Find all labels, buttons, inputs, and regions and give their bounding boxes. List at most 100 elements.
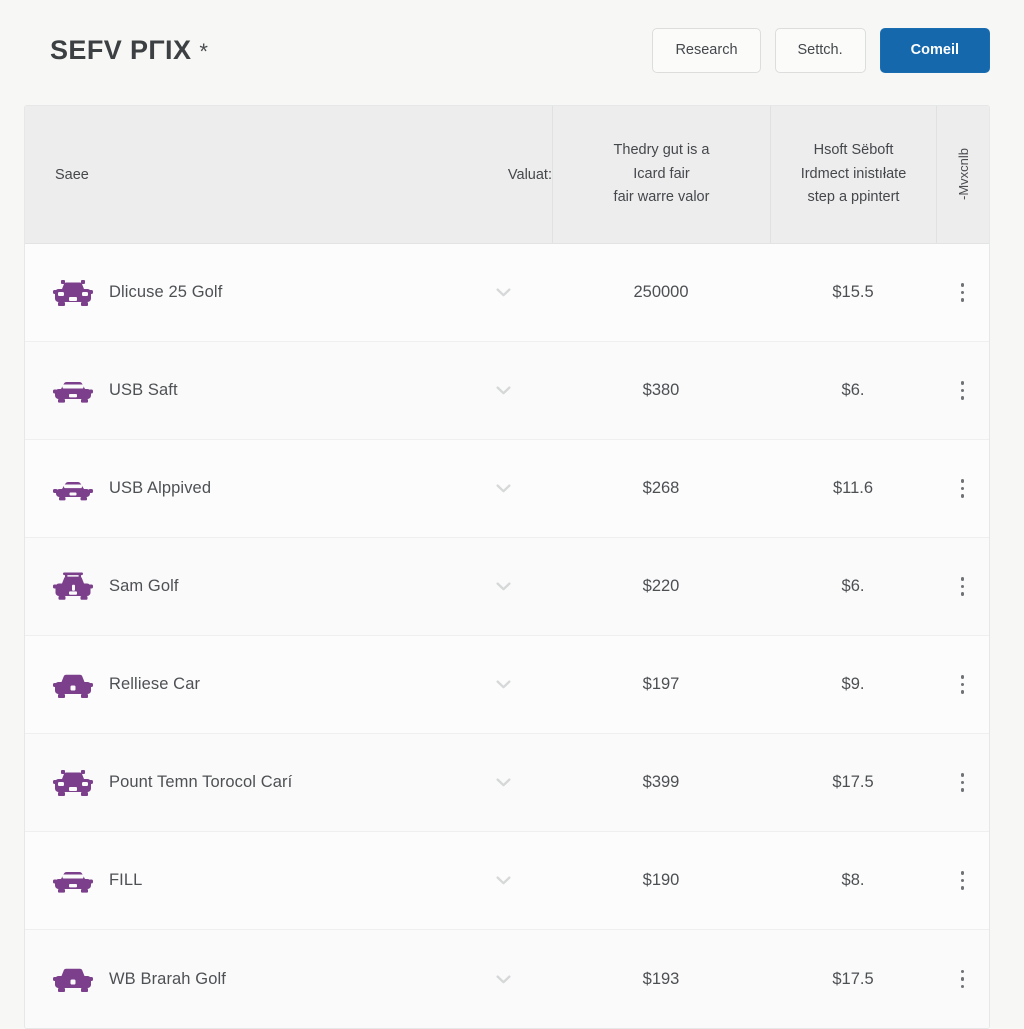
more-options-icon[interactable]	[957, 867, 969, 894]
vehicle-name-label: USB Alppived	[109, 479, 212, 497]
soft-value-text: $8.	[841, 871, 865, 889]
chevron-down-icon[interactable]	[496, 778, 511, 787]
cell-soft-value: $8.	[770, 871, 936, 890]
vehicle-name-label: Dlicuse 25 Golf	[109, 283, 223, 301]
cell-soft-value: $6.	[770, 577, 936, 596]
table-row[interactable]: Relliese Car $197 $9.	[25, 636, 989, 734]
row-expand-toggle[interactable]	[455, 582, 552, 591]
fair-header-line-2: Icard fair	[633, 165, 690, 182]
chevron-down-icon[interactable]	[496, 974, 511, 984]
settings-button[interactable]: Settch.	[774, 27, 866, 73]
soft-value-text: $17.5	[832, 773, 874, 791]
fair-value-text: $399	[642, 773, 680, 791]
more-options-icon[interactable]	[957, 966, 969, 993]
page-title-asterisk: *	[199, 38, 209, 64]
soft-header-line-1: Hsoft Sëboft	[813, 142, 894, 159]
table-row[interactable]: USB Saft $380 $6.	[25, 342, 989, 440]
car-wagon-icon	[53, 571, 93, 603]
column-header-vertical[interactable]: -Mvxcnlb	[936, 106, 989, 243]
fair-value-text: $268	[642, 479, 680, 497]
soft-value-text: $17.5	[832, 969, 874, 988]
chevron-down-icon[interactable]	[496, 876, 511, 885]
table-row[interactable]: Sam Golf $220 $6.	[25, 538, 989, 636]
vehicle-name-label: WB Brarah Golf	[109, 969, 226, 988]
cell-fair-value: $193	[552, 970, 770, 989]
chevron-down-icon[interactable]	[496, 288, 511, 297]
cell-row-menu[interactable]	[936, 573, 989, 600]
cell-fair-value: $190	[552, 871, 770, 890]
cell-fair-value: $380	[552, 381, 770, 400]
row-expand-toggle[interactable]	[455, 876, 552, 885]
more-options-icon[interactable]	[957, 475, 969, 502]
column-header-soft-value[interactable]: Hsoft Sëboft Irdmect inistıłate step a p…	[770, 106, 936, 243]
table-row[interactable]: WB Brarah Golf $193 $17.5	[25, 930, 989, 1028]
cell-vehicle-name: WB Brarah Golf	[25, 963, 455, 995]
car-suv-icon	[53, 767, 93, 799]
cell-soft-value: $15.5	[770, 283, 936, 302]
research-button[interactable]: Research	[652, 27, 761, 73]
car-sedan-icon	[53, 865, 93, 897]
more-options-icon[interactable]	[957, 671, 969, 698]
table-row[interactable]: Dlicuse 25 Golf 250000 $15.5	[25, 244, 989, 342]
row-expand-toggle[interactable]	[455, 778, 552, 787]
row-expand-toggle[interactable]	[455, 484, 552, 493]
row-expand-toggle[interactable]	[455, 288, 552, 297]
chevron-down-icon[interactable]	[496, 582, 511, 591]
chevron-down-icon[interactable]	[496, 484, 511, 493]
soft-value-text: $6.	[841, 381, 865, 399]
cell-fair-value: $220	[552, 577, 770, 596]
fair-value-text: $190	[642, 871, 680, 889]
cell-soft-value: $11.6	[770, 479, 936, 498]
fair-value-text: 250000	[633, 283, 689, 301]
cell-vehicle-name: Relliese Car	[25, 669, 455, 701]
fair-value-text: $197	[642, 675, 680, 693]
column-header-name[interactable]: Saee	[25, 106, 455, 243]
vehicle-name-label: USB Saft	[109, 381, 178, 399]
fair-header-line-1: Thedry gut is a	[613, 142, 710, 159]
fair-value-text: $193	[642, 969, 680, 988]
cell-vehicle-name: USB Saft	[25, 375, 455, 407]
more-options-icon[interactable]	[957, 377, 969, 404]
chevron-down-icon[interactable]	[496, 680, 511, 689]
soft-value-text: $9.	[841, 675, 865, 693]
table-row[interactable]: Pount Temn Torocol Carí $399 $17.5	[25, 734, 989, 832]
column-header-value[interactable]: Valuat:	[455, 106, 552, 243]
vertical-column-label: -Mvxcnlb	[955, 148, 971, 201]
cell-row-menu[interactable]	[936, 377, 989, 404]
cell-row-menu[interactable]	[936, 867, 989, 894]
cell-fair-value: $399	[552, 773, 770, 792]
page-title: SEFV PΓIX *	[50, 35, 208, 66]
table-row[interactable]: FILL $190 $8.	[25, 832, 989, 930]
row-expand-toggle[interactable]	[455, 974, 552, 984]
soft-header-line-3: step a ppintert	[807, 189, 900, 206]
row-expand-toggle[interactable]	[455, 680, 552, 689]
cell-row-menu[interactable]	[936, 769, 989, 796]
column-header-fair-value[interactable]: Thedry gut is a Icard fair fair warre va…	[552, 106, 770, 243]
cell-vehicle-name: Dlicuse 25 Golf	[25, 277, 455, 309]
cell-fair-value: 250000	[552, 283, 770, 302]
cell-row-menu[interactable]	[936, 671, 989, 698]
page-title-text: SEFV PΓIX	[50, 34, 192, 65]
soft-value-text: $6.	[841, 577, 865, 595]
header-actions: Research Settch. Comeil	[652, 27, 990, 73]
cell-vehicle-name: Sam Golf	[25, 571, 455, 603]
car-coupe-icon	[53, 473, 93, 505]
commit-button[interactable]: Comeil	[879, 27, 990, 73]
table-row[interactable]: USB Alppived $268 $11.6	[25, 440, 989, 538]
cell-soft-value: $9.	[770, 675, 936, 694]
more-options-icon[interactable]	[957, 573, 969, 600]
car-van-icon	[53, 669, 93, 701]
chevron-down-icon[interactable]	[496, 386, 511, 395]
cell-row-menu[interactable]	[936, 966, 989, 993]
car-van-icon	[53, 963, 93, 995]
car-suv-icon	[53, 277, 93, 309]
cell-row-menu[interactable]	[936, 279, 989, 306]
more-options-icon[interactable]	[957, 279, 969, 306]
cell-row-menu[interactable]	[936, 475, 989, 502]
vehicle-name-label: Relliese Car	[109, 675, 201, 693]
soft-value-text: $11.6	[832, 479, 874, 497]
fair-value-text: $380	[642, 381, 680, 399]
more-options-icon[interactable]	[957, 769, 969, 796]
vehicle-name-label: Pount Temn Torocol Carí	[109, 773, 293, 791]
row-expand-toggle[interactable]	[455, 386, 552, 395]
